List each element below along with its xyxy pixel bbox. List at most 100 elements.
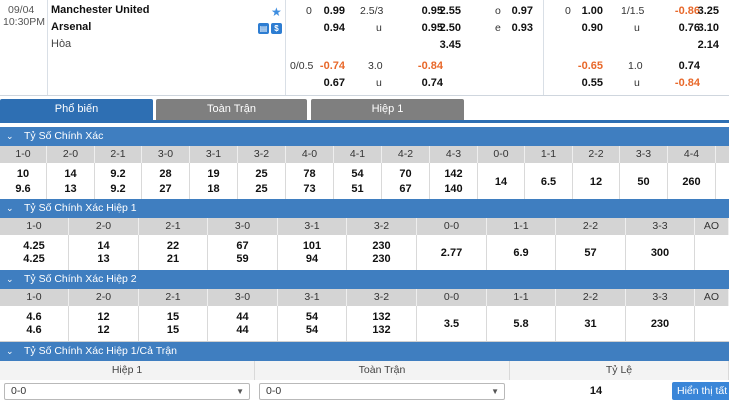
score-label: 3-0: [142, 146, 190, 163]
ft-hcap2-away[interactable]: 0.67: [313, 75, 345, 91]
h1-1x2-draw[interactable]: 2.14: [687, 37, 719, 53]
ft-oe-odd[interactable]: 0.97: [501, 3, 533, 19]
h1-1x2-away[interactable]: 3.10: [687, 20, 719, 36]
home-team[interactable]: Manchester United: [51, 2, 149, 18]
h1-hcap-home[interactable]: 1.00: [571, 3, 603, 19]
ft-hcap-home[interactable]: 0.99: [313, 3, 345, 19]
tab-full-time[interactable]: Toàn Trận: [156, 99, 307, 120]
odds-cell[interactable]: 132 132: [347, 306, 417, 341]
ft-hcap-away[interactable]: 0.94: [313, 20, 345, 36]
odds-value-bottom: 21: [166, 253, 180, 265]
tab-popular[interactable]: Phổ biến: [0, 99, 153, 120]
tab-first-half[interactable]: Hiệp 1: [311, 99, 464, 120]
odds-value: 230: [650, 317, 670, 330]
h1-hcap-line: 0: [565, 5, 571, 17]
odds-cell[interactable]: 57: [556, 235, 626, 270]
ft-ou-u-label: u: [376, 22, 382, 34]
h1-hcap2-away[interactable]: 0.55: [571, 75, 603, 91]
score-label: 3-0: [208, 218, 278, 235]
odds-cell[interactable]: 4.25 4.25: [0, 235, 69, 270]
h1-hcap2-home[interactable]: -0.65: [571, 58, 603, 74]
odds-cell[interactable]: 260: [668, 163, 716, 200]
odds-cell[interactable]: 230 230: [347, 235, 417, 270]
odds-value-top: 25: [255, 168, 268, 180]
section-title: Tỷ Số Chính Xác Hiệp 2: [24, 273, 137, 285]
score-label: 1-1: [487, 289, 556, 306]
full-time-score-select[interactable]: 0-0 ▼: [259, 383, 505, 400]
h1-ou2-under[interactable]: -0.84: [668, 75, 700, 91]
odds-cell[interactable]: 3.5: [417, 306, 487, 341]
ft-ou-line: 2.5/3: [360, 5, 384, 17]
ft-1x2-away[interactable]: 2.50: [429, 20, 461, 36]
star-icon[interactable]: ★: [271, 6, 282, 18]
odds-cell[interactable]: 230: [626, 306, 695, 341]
odds-cell[interactable]: 101 94: [278, 235, 347, 270]
odds-cell[interactable]: 54 51: [334, 163, 382, 200]
show-all-button[interactable]: Hiển thị tất cả: [672, 382, 729, 400]
odds-cell[interactable]: 28 27: [142, 163, 190, 200]
ft-oe-even[interactable]: 0.93: [501, 20, 533, 36]
odds-cell[interactable]: 14 13: [47, 163, 95, 200]
ft-ou2-over[interactable]: -0.84: [411, 58, 443, 74]
odds-cell[interactable]: 300: [626, 235, 695, 270]
htft-ratio[interactable]: 14: [510, 383, 682, 400]
section-header-htft[interactable]: ⌄ Tỷ Số Chính Xác Hiệp 1/Cả Trận: [0, 342, 729, 361]
odds-cell[interactable]: 50: [620, 163, 668, 200]
score-header-row: 1-0 2-0 2-1 3-0 3-1 3-2 4-0 4-1 4-2 4-3 0-0 1-1 2-2 3…: [0, 146, 729, 163]
score-label: 1-0: [0, 218, 69, 235]
ft-1x2-draw[interactable]: 3.45: [429, 37, 461, 53]
odds-cell[interactable]: 15 15: [139, 306, 208, 341]
tv-icon[interactable]: ▤: [258, 23, 269, 34]
odds-cell[interactable]: 14: [478, 163, 525, 200]
odds-value: 12: [589, 175, 603, 188]
odds-cell[interactable]: 54 54: [278, 306, 347, 341]
section-header[interactable]: ⌄ Tỷ Số Chính Xác Hiệp 2: [0, 270, 729, 289]
score-label: 0-0: [417, 289, 487, 306]
odds-cell[interactable]: 142 140: [430, 163, 478, 200]
odds-cell[interactable]: 44 44: [208, 306, 278, 341]
odds-cell[interactable]: 12: [573, 163, 620, 200]
score-label: AO: [695, 218, 729, 235]
odds-cell[interactable]: 12 12: [69, 306, 139, 341]
section-header[interactable]: ⌄ Tỷ Số Chính Xác: [0, 127, 729, 146]
h1-hcap-away[interactable]: 0.90: [571, 20, 603, 36]
h1-ou2-over[interactable]: 0.74: [668, 58, 700, 74]
odds-cell[interactable]: 25 25: [238, 163, 286, 200]
odds-cell[interactable]: 6.5: [525, 163, 573, 200]
odds-cell[interactable]: 10 9.6: [0, 163, 47, 200]
ft-hcap2-home[interactable]: -0.74: [313, 58, 345, 74]
odds-value-bottom: 4.25: [23, 253, 45, 265]
odds-value-top: 9.2: [110, 168, 126, 180]
h1-ou-line: 1/1.5: [621, 5, 645, 17]
ft-1x2-home[interactable]: 2.55: [429, 3, 461, 19]
h1-1x2-home[interactable]: 3.25: [687, 3, 719, 19]
score-label: 4-1: [334, 146, 382, 163]
odds-cell[interactable]: 70 67: [382, 163, 430, 200]
odds-cell[interactable]: 2.77: [417, 235, 487, 270]
odds-cell[interactable]: 6.9: [487, 235, 556, 270]
odds-cell[interactable]: 67 59: [208, 235, 278, 270]
match-block: 09/04 10:30PM Manchester United Arsenal …: [0, 0, 729, 96]
odds-value-bottom: 59: [236, 253, 249, 265]
odds-cell[interactable]: 14 13: [69, 235, 139, 270]
dollar-icon[interactable]: $: [271, 23, 282, 34]
odds-cell[interactable]: 4.6 4.6: [0, 306, 69, 341]
divider: [47, 0, 48, 95]
odds-cell[interactable]: 78 73: [286, 163, 334, 200]
odds-value-bottom: 140: [444, 183, 463, 195]
odds-value-bottom: 132: [372, 324, 391, 336]
chevron-down-icon: ⌄: [6, 131, 14, 141]
odds-value: 2.77: [440, 246, 463, 259]
section-header[interactable]: ⌄ Tỷ Số Chính Xác Hiệp 1: [0, 199, 729, 218]
odds-cell[interactable]: 31: [556, 306, 626, 341]
score-label: 2-1: [139, 218, 208, 235]
ft-oe-e-label: e: [495, 22, 501, 34]
chevron-down-icon: ⌄: [6, 203, 14, 213]
odds-cell[interactable]: 19 18: [190, 163, 238, 200]
odds-cell[interactable]: 22 21: [139, 235, 208, 270]
first-half-score-select[interactable]: 0-0 ▼: [4, 383, 250, 400]
away-team[interactable]: Arsenal: [51, 19, 91, 35]
odds-cell[interactable]: 9.2 9.2: [95, 163, 142, 200]
odds-cell[interactable]: 5.8: [487, 306, 556, 341]
ft-ou2-under[interactable]: 0.74: [411, 75, 443, 91]
